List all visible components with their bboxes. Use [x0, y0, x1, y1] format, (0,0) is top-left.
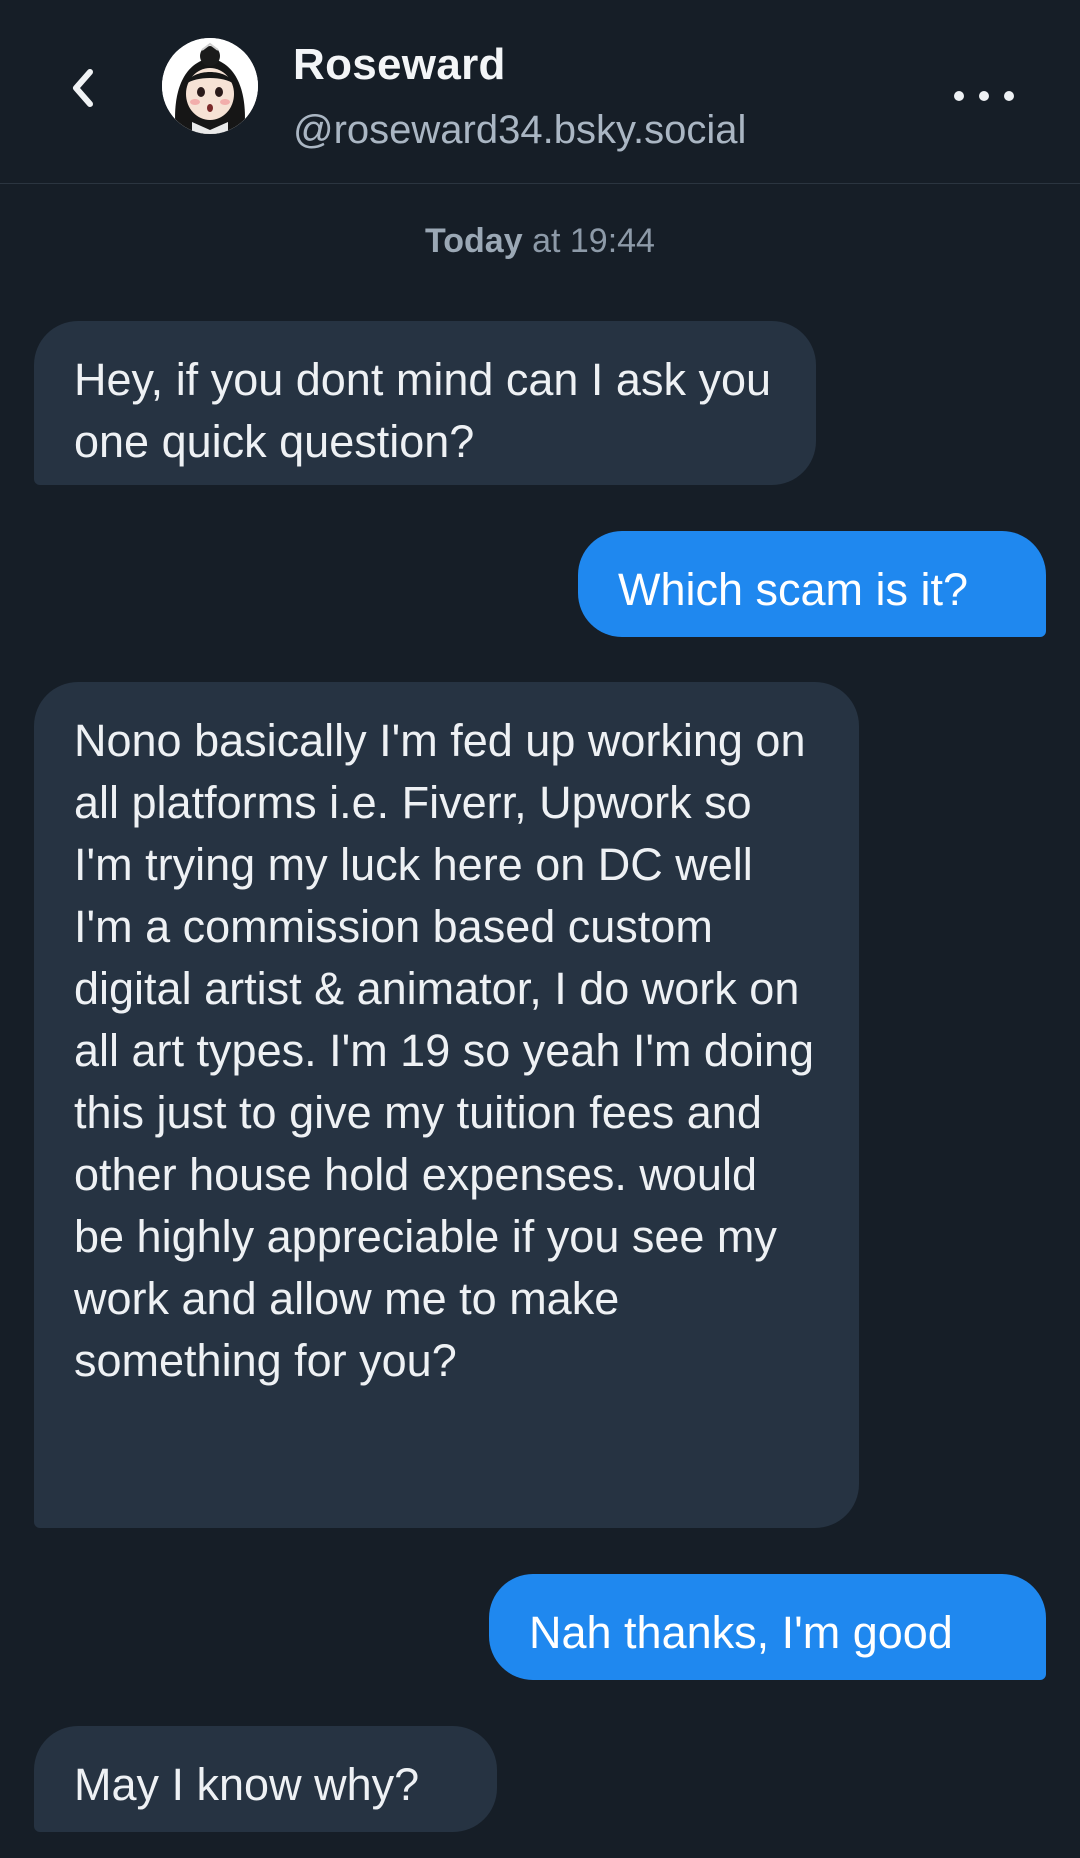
more-options-button[interactable] — [954, 78, 1014, 114]
message-bubble-incoming[interactable]: Nono basically I'm fed up working on all… — [34, 682, 859, 1528]
timestamp-time: at 19:44 — [522, 222, 655, 260]
avatar-image — [162, 38, 258, 134]
contact-name[interactable]: Roseward — [293, 40, 506, 90]
message-bubble-incoming[interactable]: Hey, if you dont mind can I ask you one … — [34, 321, 816, 485]
back-button[interactable] — [58, 56, 106, 120]
message-text: May I know why? — [74, 1759, 420, 1810]
message-text: Nah thanks, I'm good — [529, 1607, 953, 1658]
message-bubble-incoming[interactable]: May I know why? — [34, 1726, 497, 1832]
message-text: Which scam is it? — [618, 564, 969, 615]
conversation-header: Roseward @roseward34.bsky.social — [0, 0, 1080, 184]
message-timestamp: Today at 19:44 — [0, 222, 1080, 261]
timestamp-day: Today — [425, 222, 523, 260]
contact-handle[interactable]: @roseward34.bsky.social — [293, 108, 746, 153]
message-bubble-outgoing[interactable]: Nah thanks, I'm good — [489, 1574, 1046, 1680]
more-horizontal-icon — [954, 91, 964, 101]
message-text: Nono basically I'm fed up working on all… — [74, 715, 815, 1386]
chevron-left-icon — [73, 69, 93, 107]
avatar[interactable] — [162, 38, 258, 134]
message-text: Hey, if you dont mind can I ask you one … — [74, 354, 772, 467]
message-bubble-outgoing[interactable]: Which scam is it? — [578, 531, 1046, 637]
